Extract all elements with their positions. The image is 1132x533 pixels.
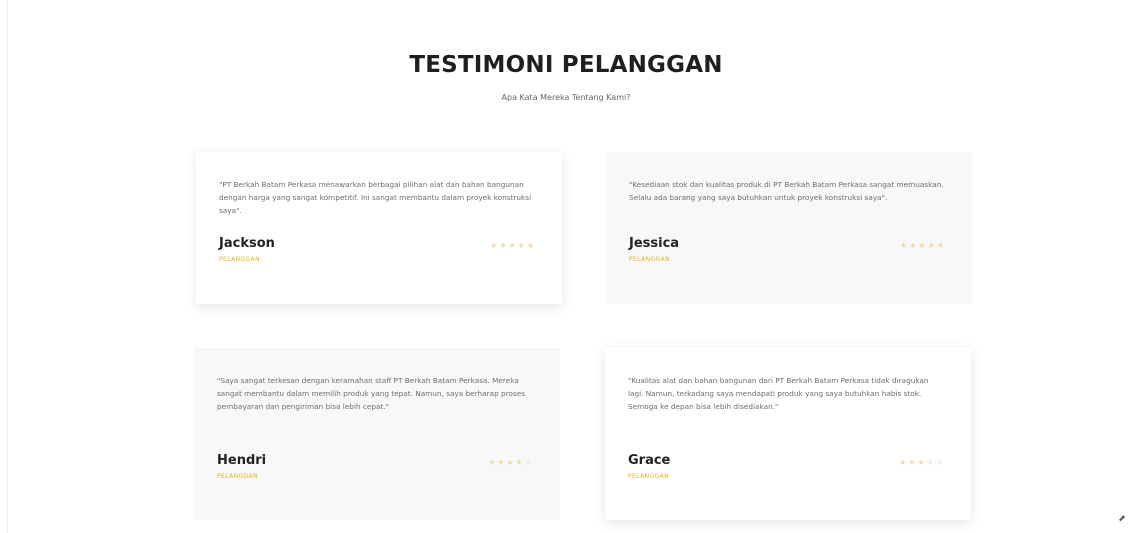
testimonial-footer: Grace PELANGGAN ★★★★★ bbox=[628, 453, 945, 489]
section-title: TESTIMONI PELANGGAN bbox=[409, 52, 723, 78]
star-icon: ★ bbox=[524, 458, 534, 467]
star-icon: ★ bbox=[918, 241, 928, 250]
customer-name: Grace bbox=[628, 453, 671, 468]
customer-role: PELANGGAN bbox=[629, 256, 670, 263]
star-icon: ★ bbox=[526, 241, 536, 250]
testimonial-quote: "Kualitas alat dan bahan bangunan dari P… bbox=[628, 376, 929, 411]
customer-role: PELANGGAN bbox=[217, 473, 258, 480]
customer-role: PELANGGAN bbox=[219, 256, 260, 263]
star-icon: ★ bbox=[506, 458, 516, 467]
star-icon: ★ bbox=[899, 458, 909, 467]
testimonial-footer: Jackson PELANGGAN ★★★★★ bbox=[219, 236, 536, 272]
customer-name: Jackson bbox=[219, 236, 275, 251]
testimonial-card-hendri: "Saya sangat terkesan dengan keramahan s… bbox=[194, 348, 560, 520]
testimonial-card-jackson: "PT Berkah Batam Perkasa menawarkan berb… bbox=[196, 152, 562, 304]
star-icon: ★ bbox=[508, 241, 518, 250]
resize-icon[interactable]: ⬈ bbox=[1116, 513, 1128, 525]
star-rating: ★★★★★ bbox=[490, 241, 536, 251]
testimonial-card-grace: "Kualitas alat dan bahan bangunan dari P… bbox=[605, 348, 971, 520]
star-icon: ★ bbox=[488, 458, 498, 467]
section-subtitle: Apa Kata Mereka Tentang Kami? bbox=[501, 93, 631, 102]
testimonial-quote: "Saya sangat terkesan dengan keramahan s… bbox=[217, 376, 526, 411]
testimonial-quote: "PT Berkah Batam Perkasa menawarkan berb… bbox=[219, 180, 532, 215]
testimonial-footer: Jessica PELANGGAN ★★★★★ bbox=[629, 236, 946, 272]
testimonial-footer: Hendri PELANGGAN ★★★★★ bbox=[217, 453, 534, 489]
star-icon: ★ bbox=[515, 458, 525, 467]
customer-name: Jessica bbox=[629, 236, 680, 251]
customer-role: PELANGGAN bbox=[628, 473, 669, 480]
testimonial-card-jessica: "Kesediaan stok dan kualitas produk di P… bbox=[606, 152, 972, 304]
star-icon: ★ bbox=[927, 241, 937, 250]
star-rating: ★★★★★ bbox=[899, 458, 945, 468]
star-rating: ★★★★★ bbox=[900, 241, 946, 251]
star-icon: ★ bbox=[935, 458, 945, 467]
star-icon: ★ bbox=[936, 241, 946, 250]
star-icon: ★ bbox=[900, 241, 910, 250]
testimonial-quote: "Kesediaan stok dan kualitas produk di P… bbox=[629, 180, 944, 202]
testimonial-header: TESTIMONI PELANGGAN Apa Kata Mereka Tent… bbox=[0, 50, 1132, 103]
star-icon: ★ bbox=[926, 458, 936, 467]
star-rating: ★★★★★ bbox=[488, 458, 534, 468]
page: TESTIMONI PELANGGAN Apa Kata Mereka Tent… bbox=[0, 0, 1132, 533]
star-icon: ★ bbox=[490, 241, 500, 250]
star-icon: ★ bbox=[917, 458, 927, 467]
star-icon: ★ bbox=[517, 241, 527, 250]
customer-name: Hendri bbox=[217, 453, 267, 468]
